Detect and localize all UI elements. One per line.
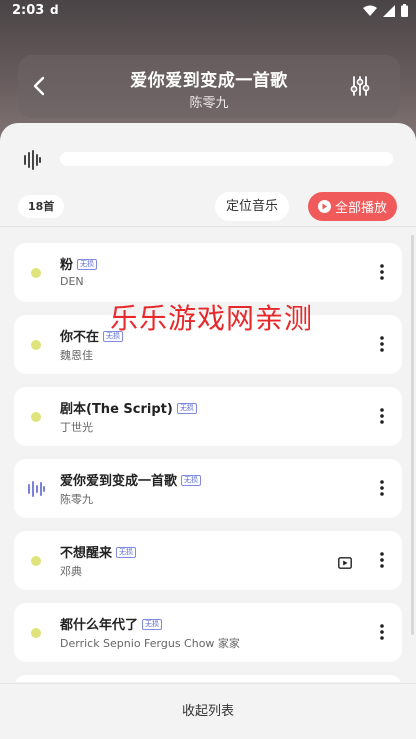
sound-wave-icon	[23, 150, 41, 174]
equalizer-button[interactable]	[350, 75, 370, 101]
song-row-title: 都什么年代了 无损	[60, 614, 163, 633]
status-bar: 2:03 d	[0, 0, 416, 24]
status-dot	[31, 556, 41, 566]
song-title: 爱你爱到变成一首歌	[130, 71, 288, 91]
song-row-artist: 丁世光	[60, 421, 93, 434]
song-row-title: 爱你爱到变成一首歌 无损	[60, 470, 202, 489]
status-time: 2:03	[12, 3, 45, 18]
status-dot	[31, 628, 41, 638]
list-item[interactable]: 粉无损 DEN	[14, 243, 402, 302]
equalizer-icon	[350, 76, 370, 96]
song-row-title: 不想醒来 无损	[60, 542, 137, 561]
play-all-button[interactable]: 全部播放	[308, 192, 397, 221]
song-row-artist: 陈零九	[60, 493, 93, 506]
notification-icon: d	[50, 3, 59, 17]
now-playing-icon	[27, 480, 45, 502]
signal-icon	[383, 4, 395, 17]
song-row-artist: 邓典	[60, 565, 82, 578]
search-input[interactable]	[60, 152, 393, 166]
player-header: 爱你爱到变成一首歌 陈零九	[18, 55, 400, 118]
status-dot	[31, 340, 41, 350]
song-row-artist: DEN	[60, 275, 84, 288]
song-row-title: 剧本(The Script) 无损	[60, 398, 197, 417]
status-dot	[31, 412, 41, 422]
lossless-tag: 无损	[77, 259, 98, 270]
song-row-artist: 魏恩佳	[60, 349, 93, 362]
more-options-button[interactable]	[380, 552, 384, 572]
more-vertical-icon	[380, 408, 384, 424]
collapse-list-button[interactable]: 收起列表	[0, 683, 416, 739]
playlist-sheet: 18首 定位音乐 全部播放 粉无损 DEN 你不在 无损 魏恩佳 剧本(The …	[0, 123, 416, 739]
mv-button[interactable]	[338, 554, 352, 573]
more-options-button[interactable]	[380, 480, 384, 500]
lossless-tag: 无损	[181, 475, 202, 486]
lossless-tag: 无损	[176, 403, 197, 414]
song-count-badge: 18首	[18, 195, 65, 218]
scrollbar[interactable]	[411, 235, 414, 635]
status-dot	[31, 268, 41, 278]
play-circle-icon	[317, 200, 331, 213]
video-play-icon	[338, 557, 352, 569]
more-options-button[interactable]	[380, 336, 384, 356]
song-artist: 陈零九	[189, 96, 229, 111]
play-all-label: 全部播放	[334, 201, 387, 216]
more-options-button[interactable]	[380, 264, 384, 284]
more-vertical-icon	[380, 336, 384, 352]
more-vertical-icon	[380, 624, 384, 640]
more-vertical-icon	[380, 552, 384, 568]
more-options-button[interactable]	[380, 624, 384, 644]
list-item[interactable]: 都什么年代了 无损 Derrick Sepnio Fergus Chow 家家	[14, 603, 402, 662]
wifi-icon	[363, 5, 377, 16]
more-vertical-icon	[380, 480, 384, 496]
watermark-text: 乐乐游戏网亲测	[110, 302, 314, 335]
song-row-artist: Derrick Sepnio Fergus Chow 家家	[60, 637, 240, 650]
lossless-tag: 无损	[142, 619, 163, 630]
more-vertical-icon	[380, 264, 384, 280]
battery-icon	[401, 4, 408, 17]
list-item[interactable]: 剧本(The Script) 无损 丁世光	[14, 387, 402, 446]
song-list[interactable]: 粉无损 DEN 你不在无损 魏恩佳 剧本(The Script)无损 丁世光	[0, 227, 416, 682]
more-options-button[interactable]	[380, 408, 384, 428]
list-item[interactable]	[14, 675, 402, 682]
locate-music-button[interactable]: 定位音乐	[215, 192, 289, 221]
lossless-tag: 无损	[116, 547, 137, 558]
list-item[interactable]: 不想醒来 无损 邓典	[14, 531, 402, 590]
status-icons	[363, 4, 408, 17]
list-item-playing[interactable]: 爱你爱到变成一首歌 无损 陈零九	[14, 459, 402, 518]
song-row-title: 粉无损	[60, 254, 98, 273]
